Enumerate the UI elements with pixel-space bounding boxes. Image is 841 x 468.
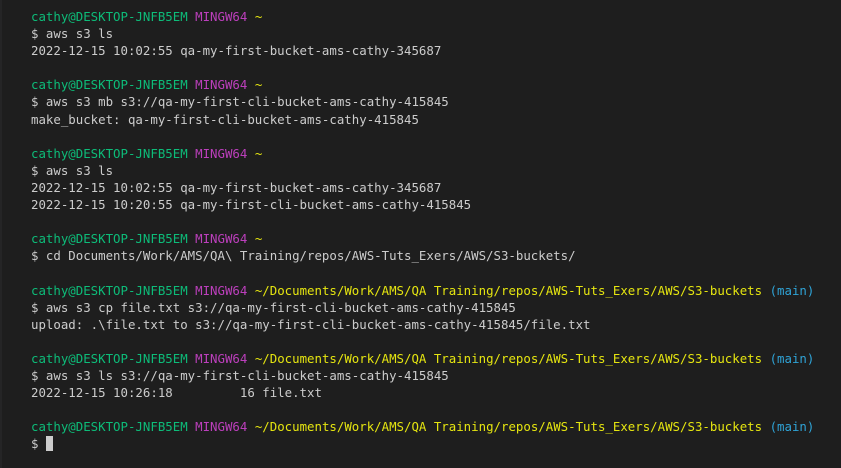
prompt-user: cathy@DESKTOP-JNFB5EM — [31, 350, 188, 366]
command-line: $ aws s3 ls — [31, 162, 114, 178]
command-line: $ aws s3 ls — [31, 26, 114, 42]
prompt-branch: (main) — [769, 419, 815, 435]
prompt-line: cathy@DESKTOP-JNFB5EM MINGW64 ~ — [31, 8, 841, 25]
prompt-line: cathy@DESKTOP-JNFB5EM MINGW64 ~ — [31, 145, 841, 162]
command-line: $ cd Documents/Work/AMS/QA\ Training/rep… — [31, 248, 576, 264]
output-line: upload: .\file.txt to s3://qa-my-first-c… — [31, 316, 591, 332]
prompt-system: MINGW64 — [195, 231, 248, 247]
prompt-user: cathy@DESKTOP-JNFB5EM — [31, 9, 188, 24]
prompt-user: cathy@DESKTOP-JNFB5EM — [31, 282, 188, 298]
prompt-path: ~ — [254, 145, 263, 161]
prompt-system: MINGW64 — [195, 145, 248, 161]
terminal-left-border — [0, 0, 2, 468]
command-line: $ aws s3 cp file.txt s3://qa-my-first-cl… — [31, 299, 516, 315]
prompt-branch: (main) — [769, 282, 815, 298]
prompt-line: cathy@DESKTOP-JNFB5EM MINGW64 ~/Document… — [31, 418, 841, 435]
output-line: 2022-12-15 10:26:18 16 file.txt — [31, 385, 322, 401]
terminal-output: cathy@DESKTOP-JNFB5EM MINGW64 ~ $ aws s3 … — [31, 8, 841, 452]
prompt-line: cathy@DESKTOP-JNFB5EM MINGW64 ~ — [31, 76, 841, 93]
prompt-line: cathy@DESKTOP-JNFB5EM MINGW64 ~/Document… — [31, 282, 841, 299]
command-line: $ aws s3 mb s3://qa-my-first-cli-bucket-… — [31, 94, 449, 110]
prompt-system: MINGW64 — [195, 282, 248, 298]
input-line[interactable]: $ — [31, 435, 841, 452]
output-line: make_bucket: qa-my-first-cli-bucket-ams-… — [31, 111, 419, 127]
prompt-path: ~ — [254, 77, 263, 93]
terminal-window[interactable]: cathy@DESKTOP-JNFB5EM MINGW64 ~ $ aws s3 … — [0, 0, 841, 468]
prompt-system: MINGW64 — [195, 77, 248, 93]
prompt-path: ~/Documents/Work/AMS/QA Training/repos/A… — [254, 282, 763, 298]
output-line: 2022-12-15 10:20:55 qa-my-first-cli-buck… — [31, 197, 472, 213]
prompt-branch: (main) — [769, 350, 815, 366]
prompt-path: ~/Documents/Work/AMS/QA Training/repos/A… — [254, 350, 763, 366]
input-prompt: $ — [31, 436, 46, 452]
command-line: $ aws s3 ls s3://qa-my-first-cli-bucket-… — [31, 367, 449, 383]
prompt-system: MINGW64 — [195, 350, 248, 366]
output-line: 2022-12-15 10:02:55 qa-my-first-bucket-a… — [31, 43, 442, 59]
prompt-system: MINGW64 — [195, 9, 248, 24]
prompt-path: ~/Documents/Work/AMS/QA Training/repos/A… — [254, 419, 763, 435]
prompt-path: ~ — [254, 231, 263, 247]
text-cursor — [45, 436, 53, 452]
prompt-user: cathy@DESKTOP-JNFB5EM — [31, 419, 188, 435]
prompt-user: cathy@DESKTOP-JNFB5EM — [31, 145, 188, 161]
prompt-user: cathy@DESKTOP-JNFB5EM — [31, 231, 188, 247]
prompt-line: cathy@DESKTOP-JNFB5EM MINGW64 ~/Document… — [31, 350, 841, 367]
prompt-path: ~ — [254, 9, 263, 24]
output-line: 2022-12-15 10:02:55 qa-my-first-bucket-a… — [31, 179, 442, 195]
prompt-user: cathy@DESKTOP-JNFB5EM — [31, 77, 188, 93]
prompt-system: MINGW64 — [195, 419, 248, 435]
prompt-line: cathy@DESKTOP-JNFB5EM MINGW64 ~ — [31, 230, 841, 247]
